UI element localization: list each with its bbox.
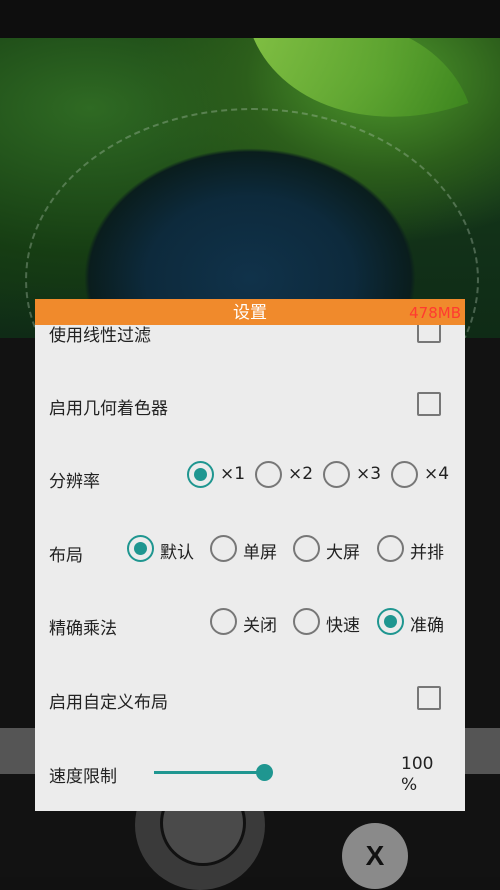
setting-geometry-shader[interactable]: 启用几何着色器 xyxy=(35,384,465,424)
speed-slider-thumb[interactable] xyxy=(256,764,273,781)
status-bar-area xyxy=(0,0,500,38)
radio-label: 快速 xyxy=(326,616,360,636)
radio-label: ×2 xyxy=(288,464,314,484)
speed-value: 100 % xyxy=(401,754,441,796)
radio-label: 准确 xyxy=(410,616,444,636)
speed-slider-track[interactable] xyxy=(154,771,264,774)
radio-button[interactable] xyxy=(127,535,154,562)
memory-usage: 478MB xyxy=(409,304,461,322)
setting-label: 启用自定义布局 xyxy=(49,693,168,713)
radio-label: ×3 xyxy=(356,464,382,484)
radio-button[interactable] xyxy=(391,461,418,488)
radio-label: 关闭 xyxy=(243,616,277,636)
x-button[interactable]: X xyxy=(342,823,408,889)
setting-label: 分辨率 xyxy=(49,472,100,492)
radio-button[interactable] xyxy=(210,608,237,635)
custom-layout-checkbox[interactable] xyxy=(417,686,441,710)
radio-button[interactable] xyxy=(255,461,282,488)
settings-dialog: 设置 478MB 使用线性过滤 启用几何着色器 分辨率 ×1 ×2 ×3 ×4 … xyxy=(35,299,465,811)
radio-label: 并排 xyxy=(410,543,444,563)
radio-label: 单屏 xyxy=(243,543,277,563)
setting-layout: 布局 默认 单屏 大屏 并排 xyxy=(35,531,465,571)
radio-label: 大屏 xyxy=(326,543,360,563)
setting-resolution: 分辨率 ×1 ×2 ×3 ×4 xyxy=(35,457,465,497)
radio-button[interactable] xyxy=(377,608,404,635)
radio-label: ×4 xyxy=(424,464,450,484)
radio-label: ×1 xyxy=(220,464,246,484)
radio-button[interactable] xyxy=(323,461,350,488)
speed-value-unit: % xyxy=(401,775,418,795)
setting-custom-layout[interactable]: 启用自定义布局 xyxy=(35,678,465,718)
setting-label: 速度限制 xyxy=(49,767,117,787)
setting-label: 精确乘法 xyxy=(49,619,117,639)
radio-label: 默认 xyxy=(160,543,194,563)
radio-button[interactable] xyxy=(293,535,320,562)
radio-button[interactable] xyxy=(293,608,320,635)
setting-label: 布局 xyxy=(49,546,83,566)
dialog-header: 设置 478MB xyxy=(35,299,465,325)
game-screen xyxy=(0,38,500,338)
setting-precise-multiply: 精确乘法 关闭 快速 准确 xyxy=(35,604,465,644)
geometry-shader-checkbox[interactable] xyxy=(417,392,441,416)
radio-button[interactable] xyxy=(210,535,237,562)
setting-label: 启用几何着色器 xyxy=(49,399,168,419)
radio-button[interactable] xyxy=(377,535,404,562)
radio-button[interactable] xyxy=(187,461,214,488)
speed-value-number: 100 xyxy=(401,754,434,774)
setting-speed-limit: 速度限制 100 % xyxy=(35,752,465,795)
dialog-title: 设置 xyxy=(233,303,267,323)
